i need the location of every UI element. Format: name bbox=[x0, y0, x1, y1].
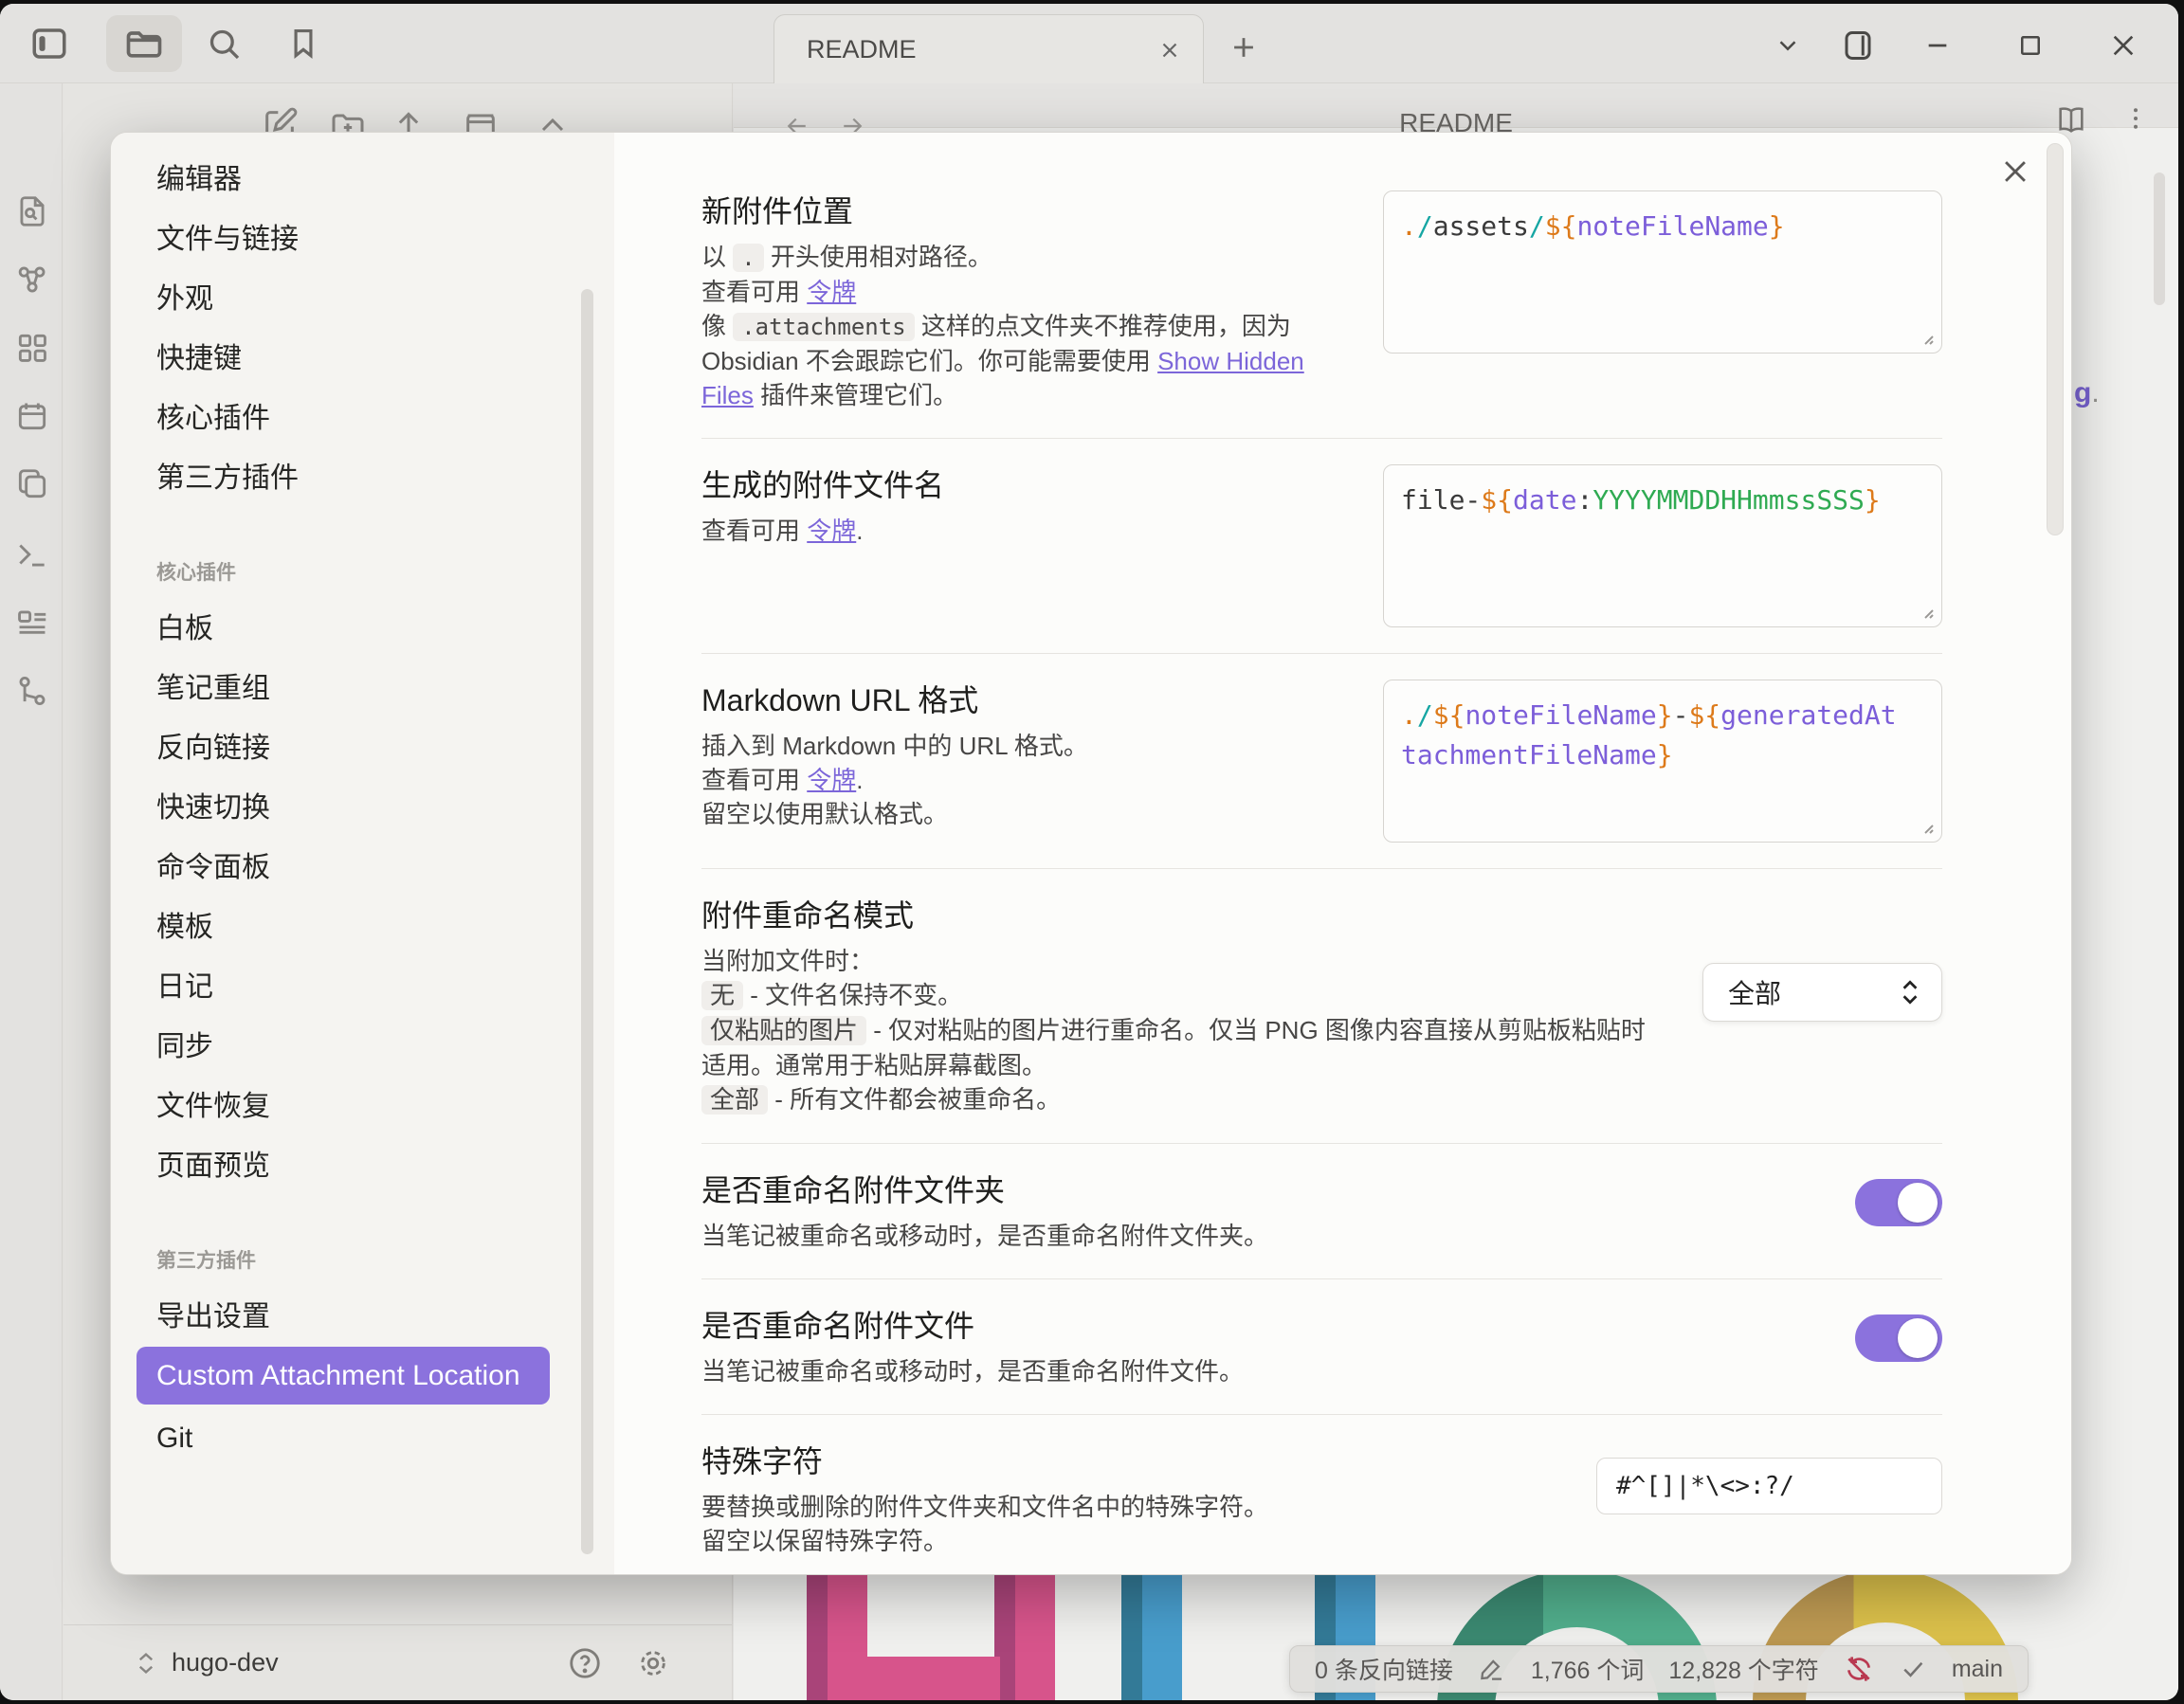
setting-description: 插入到 Markdown 中的 URL 格式。查看可用 令牌. 留空以使用默认格式… bbox=[701, 729, 1349, 831]
settings-nav: 编辑器文件与链接外观快捷键核心插件第三方插件 核心插件 白板笔记重组反向链接快速… bbox=[111, 133, 614, 1574]
nav-heading-core: 核心插件 bbox=[156, 557, 614, 586]
obsidian-window: README bbox=[0, 4, 2178, 1700]
rename-attachment-folder-toggle[interactable] bbox=[1855, 1179, 1942, 1226]
setting-title: 附件重命名模式 bbox=[701, 895, 1668, 936]
select-chevrons-icon bbox=[1898, 978, 1922, 1006]
settings-nav-item[interactable]: 文件恢复 bbox=[136, 1073, 550, 1133]
special-characters-input[interactable]: #^[]|*\<>:?/ bbox=[1596, 1458, 1942, 1514]
setting-title: 特殊字符 bbox=[701, 1441, 1562, 1482]
inline-link[interactable]: 令牌 bbox=[807, 766, 856, 794]
settings-modal: 编辑器文件与链接外观快捷键核心插件第三方插件 核心插件 白板笔记重组反向链接快速… bbox=[110, 132, 2072, 1575]
desc-text: 全部 bbox=[701, 1085, 768, 1115]
desc-text: 查看可用 bbox=[701, 517, 807, 545]
desc-text: 当笔记被重命名或移动时，是否重命名附件文件。 bbox=[701, 1357, 1244, 1386]
setting-description: 查看可用 令牌. bbox=[701, 514, 1349, 548]
setting-description: 当笔记被重命名或移动时，是否重命名附件文件夹。 bbox=[701, 1219, 1821, 1253]
setting-title: 是否重命名附件文件 bbox=[701, 1305, 1821, 1347]
settings-nav-item[interactable]: 白板 bbox=[136, 595, 550, 655]
settings-nav-item[interactable]: 命令面板 bbox=[136, 834, 550, 894]
desc-text: 留空以保留特殊字符。 bbox=[701, 1527, 948, 1555]
settings-content: 新附件位置 以 . 开头使用相对路径。查看可用 令牌像 .attachments… bbox=[614, 133, 2071, 1574]
rename-attachment-files-toggle[interactable] bbox=[1855, 1314, 1942, 1362]
desc-text: 留空以使用默认格式。 bbox=[701, 800, 948, 828]
inline-link[interactable]: 令牌 bbox=[807, 517, 856, 545]
settings-nav-item[interactable]: Git bbox=[136, 1408, 550, 1468]
settings-nav-item[interactable]: 第三方插件 bbox=[136, 444, 550, 504]
setting-title: 是否重命名附件文件夹 bbox=[701, 1169, 1821, 1211]
setting-row-generated-filename: 生成的附件文件名 查看可用 令牌. file-${date:YYYYMMDDHH… bbox=[701, 439, 1942, 654]
setting-row-special-characters: 特殊字符 要替换或删除的附件文件夹和文件名中的特殊字符。留空以保留特殊字符。 #… bbox=[701, 1415, 1942, 1574]
rename-mode-select[interactable]: 全部 bbox=[1702, 963, 1942, 1022]
settings-nav-community-list: 导出设置Custom Attachment LocationGit bbox=[136, 1283, 614, 1468]
settings-content-scrollbar[interactable] bbox=[2047, 143, 2064, 535]
resize-handle-icon[interactable] bbox=[1917, 602, 1936, 621]
settings-nav-item[interactable]: 外观 bbox=[136, 265, 550, 325]
setting-row-rename-folder: 是否重命名附件文件夹 当笔记被重命名或移动时，是否重命名附件文件夹。 bbox=[701, 1144, 1942, 1279]
settings-nav-item[interactable]: 同步 bbox=[136, 1013, 550, 1073]
setting-description: 要替换或删除的附件文件夹和文件名中的特殊字符。留空以保留特殊字符。 bbox=[701, 1490, 1562, 1558]
screen: README bbox=[0, 0, 2184, 1704]
inline-link[interactable]: 令牌 bbox=[807, 278, 856, 306]
desc-text: 当笔记被重命名或移动时，是否重命名附件文件夹。 bbox=[701, 1222, 1268, 1250]
nav-scrollbar[interactable] bbox=[581, 289, 593, 1554]
desc-text: 当附加文件时： bbox=[701, 947, 874, 975]
settings-nav-item[interactable]: 编辑器 bbox=[136, 146, 550, 206]
desc-text: - 文件名保持不变。 bbox=[743, 981, 962, 1009]
settings-nav-top-list: 编辑器文件与链接外观快捷键核心插件第三方插件 bbox=[136, 146, 614, 504]
setting-row-rename-mode: 附件重命名模式 当附加文件时：无 - 文件名保持不变。仅粘贴的图片 - 仅对粘贴… bbox=[701, 869, 1942, 1144]
modal-close-icon[interactable] bbox=[1999, 155, 2031, 188]
settings-nav-item[interactable]: 反向链接 bbox=[136, 715, 550, 774]
settings-nav-item[interactable]: 核心插件 bbox=[136, 385, 550, 444]
desc-text: 要替换或删除的附件文件夹和文件名中的特殊字符。 bbox=[701, 1493, 1268, 1521]
markdown-url-format-textarea[interactable]: ./${noteFileName}-${generatedAttachmentF… bbox=[1383, 680, 1942, 843]
resize-handle-icon[interactable] bbox=[1917, 328, 1936, 347]
generated-filename-textarea[interactable]: file-${date:YYYYMMDDHHmmssSSS} bbox=[1383, 464, 1942, 627]
setting-title: Markdown URL 格式 bbox=[701, 680, 1349, 721]
setting-description: 以 . 开头使用相对路径。查看可用 令牌像 .attachments 这样的点文… bbox=[701, 240, 1349, 412]
attachment-location-textarea[interactable]: ./assets/${noteFileName} bbox=[1383, 190, 1942, 353]
setting-title: 新附件位置 bbox=[701, 190, 1349, 232]
desc-text: 仅粘贴的图片 bbox=[701, 1016, 866, 1045]
setting-row-attachment-location: 新附件位置 以 . 开头使用相对路径。查看可用 令牌像 .attachments… bbox=[701, 165, 1942, 439]
desc-text: 插件来管理它们。 bbox=[754, 381, 957, 409]
settings-nav-item[interactable]: 快速切换 bbox=[136, 774, 550, 834]
desc-text: . bbox=[856, 517, 863, 545]
setting-row-rename-files: 是否重命名附件文件 当笔记被重命名或移动时，是否重命名附件文件。 bbox=[701, 1279, 1942, 1415]
settings-nav-item[interactable]: 文件与链接 bbox=[136, 206, 550, 265]
desc-text: 无 bbox=[701, 981, 743, 1010]
setting-description: 当笔记被重命名或移动时，是否重命名附件文件。 bbox=[701, 1354, 1821, 1388]
settings-nav-item[interactable]: 快捷键 bbox=[136, 325, 550, 385]
setting-title: 生成的附件文件名 bbox=[701, 464, 1349, 506]
desc-text: 开头使用相对路径。 bbox=[764, 243, 992, 271]
settings-nav-core-list: 白板笔记重组反向链接快速切换命令面板模板日记同步文件恢复页面预览 bbox=[136, 595, 614, 1192]
desc-text: . bbox=[733, 244, 763, 272]
desc-text: .attachments bbox=[733, 313, 914, 341]
settings-nav-item[interactable]: 日记 bbox=[136, 953, 550, 1013]
nav-heading-community: 第三方插件 bbox=[156, 1245, 614, 1274]
desc-text: 以 bbox=[701, 243, 733, 271]
setting-description: 当附加文件时：无 - 文件名保持不变。仅粘贴的图片 - 仅对粘贴的图片进行重命名… bbox=[701, 944, 1668, 1117]
settings-nav-item[interactable]: 页面预览 bbox=[136, 1133, 550, 1192]
settings-nav-item[interactable]: 导出设置 bbox=[136, 1283, 550, 1343]
desc-text: 查看可用 bbox=[701, 278, 807, 306]
desc-text: 查看可用 bbox=[701, 766, 807, 794]
settings-nav-item[interactable]: 模板 bbox=[136, 894, 550, 953]
desc-text: 像 bbox=[701, 312, 733, 340]
settings-nav-item[interactable]: 笔记重组 bbox=[136, 655, 550, 715]
desc-text: - 所有文件都会被重命名。 bbox=[768, 1085, 1061, 1114]
settings-nav-item[interactable]: Custom Attachment Location bbox=[136, 1347, 550, 1405]
setting-row-markdown-url: Markdown URL 格式 插入到 Markdown 中的 URL 格式。查… bbox=[701, 654, 1942, 869]
desc-text: . bbox=[856, 766, 863, 794]
resize-handle-icon[interactable] bbox=[1917, 817, 1936, 836]
desc-text: 插入到 Markdown 中的 URL 格式。 bbox=[701, 732, 1088, 760]
